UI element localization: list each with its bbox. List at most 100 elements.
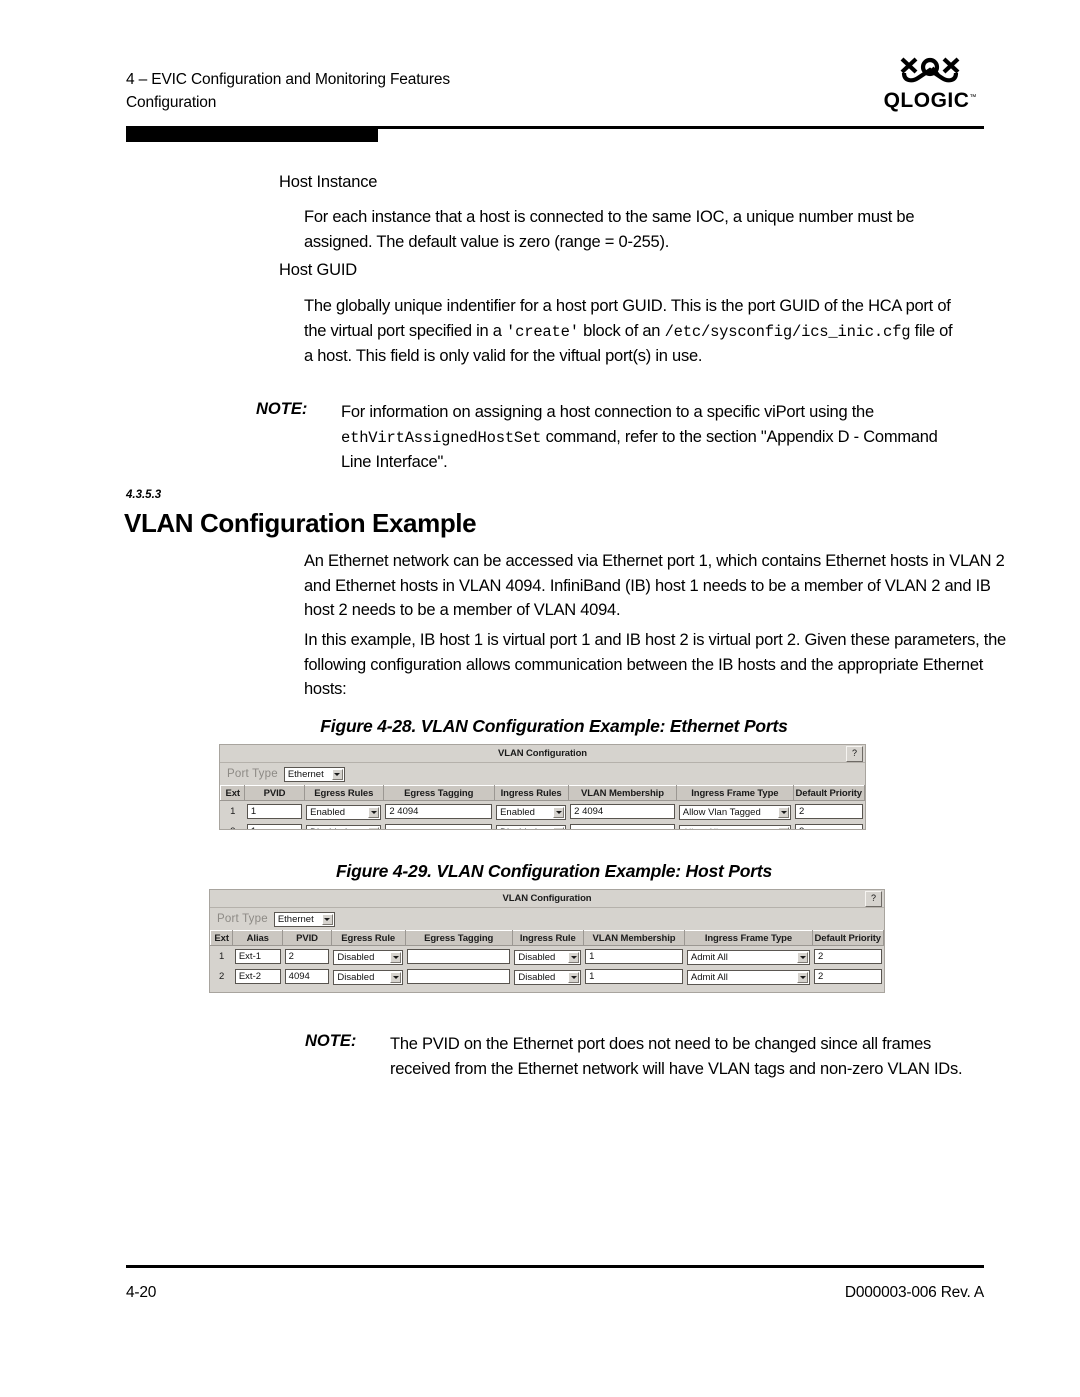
h-row1-ingress-rule-select[interactable]: Disabled bbox=[514, 950, 582, 965]
vlan-config-titlebar-2: VLAN Configuration ? bbox=[210, 890, 884, 908]
help-button-1[interactable]: ? bbox=[846, 746, 863, 762]
figure-28-caption: Figure 4-28. VLAN Configuration Example:… bbox=[320, 716, 788, 736]
h-row2-egress-rule-cell: Disabled bbox=[331, 966, 405, 986]
h-row1-egress-tagging-cell bbox=[405, 945, 513, 966]
h-row2-priority-cell: 2 bbox=[812, 966, 884, 986]
document-page: 4 – EVIC Configuration and Monitoring Fe… bbox=[0, 0, 1080, 1397]
h-row2-egress-tagging-cell bbox=[405, 966, 513, 986]
h-row2-priority-input[interactable]: 2 bbox=[814, 968, 882, 984]
note1-text-1: For information on assigning a host conn… bbox=[341, 403, 874, 421]
h-row2-egress-rule-select[interactable]: Disabled bbox=[333, 970, 403, 985]
h-row1-priority-input[interactable]: 2 bbox=[814, 948, 882, 964]
chevron-down-icon bbox=[321, 913, 333, 925]
vlan-table-host: Ext Alias PVID Egress Rule Egress Taggin… bbox=[210, 930, 884, 986]
row2-egress-tagging-input[interactable] bbox=[385, 823, 493, 829]
h-row2-alias-input[interactable]: Ext-2 bbox=[234, 968, 281, 984]
figure-29-screenshot: VLAN Configuration ? Port Type Ethernet … bbox=[209, 889, 885, 993]
row2-egress-tagging-cell bbox=[383, 821, 495, 829]
row1-frame-type-select[interactable]: Allow Vlan Tagged bbox=[678, 805, 791, 820]
footer-document-id: D000003-006 Rev. A bbox=[844, 1284, 984, 1301]
row2-frame-type-select[interactable]: Allow All bbox=[678, 825, 791, 829]
chevron-down-icon bbox=[797, 952, 808, 963]
port-type-row-2: Port Type Ethernet bbox=[210, 908, 884, 930]
h-row2-ingress-rule-select[interactable]: Disabled bbox=[514, 970, 582, 985]
chevron-down-icon bbox=[568, 952, 580, 963]
figure-29-caption: Figure 4-29. VLAN Configuration Example:… bbox=[335, 861, 773, 881]
row2-egress-rules-select[interactable]: Disabled bbox=[306, 825, 382, 829]
row1-ingress-rules-select[interactable]: Enabled bbox=[496, 805, 567, 820]
row1-frame-type-value: Allow Vlan Tagged bbox=[682, 807, 761, 818]
row1-frame-type-cell: Allow Vlan Tagged bbox=[676, 800, 793, 821]
page-title: VLAN Configuration Example bbox=[124, 508, 477, 538]
col2-ingress-frame-type: Ingress Frame Type bbox=[684, 930, 813, 946]
qlogic-symbol-icon bbox=[900, 57, 960, 83]
row2-ingress-rules-cell: Disabled bbox=[494, 821, 569, 829]
vlan-intro-paragraph-2: In this example, IB host 1 is virtual po… bbox=[304, 631, 1006, 698]
h-row2-egress-tagging-input[interactable] bbox=[407, 968, 511, 984]
port-type-select-2[interactable]: Ethernet bbox=[273, 911, 335, 927]
host-guid-code-path: /etc/sysconfig/ics_inic.cfg bbox=[664, 322, 911, 341]
col-pvid: PVID bbox=[244, 785, 305, 801]
h-row1-egress-rule-value: Disabled bbox=[337, 952, 375, 963]
col2-egress-rule: Egress Rule bbox=[330, 930, 406, 946]
col-ingress-rules: Ingress Rules bbox=[493, 785, 569, 801]
h-row2-alias-cell: Ext-2 bbox=[232, 966, 283, 986]
h-row1-pvid-input[interactable]: 2 bbox=[284, 948, 330, 964]
row2-vlan-membership-input[interactable] bbox=[570, 823, 675, 829]
host-guid-paragraph: The globally unique indentifier for a ho… bbox=[304, 294, 964, 369]
note-body-1: For information on assigning a host conn… bbox=[341, 400, 964, 475]
figure-28-screenshot: VLAN Configuration ? Port Type Ethernet … bbox=[219, 744, 866, 830]
note-label-1: NOTE: bbox=[256, 400, 308, 418]
h-row2-pvid-input[interactable]: 4094 bbox=[284, 968, 330, 984]
row1-vlan-membership-cell: 2 4094 bbox=[568, 800, 677, 821]
row2-ingress-rules-value: Disabled bbox=[500, 827, 537, 829]
row1-pvid-cell: 1 bbox=[244, 800, 305, 821]
row2-ingress-rules-select[interactable]: Disabled bbox=[496, 825, 567, 829]
row1-ext: 1 bbox=[220, 800, 245, 821]
row1-pvid-input[interactable]: 1 bbox=[246, 803, 303, 819]
h-row1-frame-type-select[interactable]: Admit All bbox=[686, 950, 810, 965]
row1-egress-rules-select[interactable]: Enabled bbox=[306, 805, 382, 820]
row1-egress-rules-cell: Enabled bbox=[304, 800, 384, 821]
h-row1-ingress-rule-cell: Disabled bbox=[512, 945, 584, 966]
h-row1-egress-rule-select[interactable]: Disabled bbox=[333, 950, 403, 965]
table-header-row-2: Ext Alias PVID Egress Rule Egress Taggin… bbox=[210, 930, 884, 946]
row1-priority-input[interactable]: 2 bbox=[795, 803, 863, 819]
table-row: 1 Ext-1 2 Disabled Disabled 1 Admit All … bbox=[210, 945, 884, 966]
h-row2-vlan-membership-input[interactable]: 1 bbox=[585, 968, 683, 984]
row2-vlan-membership-cell bbox=[568, 821, 677, 829]
vlan-intro-paragraph-1: An Ethernet network can be accessed via … bbox=[304, 552, 1005, 619]
col2-default-priority: Default Priority bbox=[811, 930, 884, 946]
port-type-select-1[interactable]: Ethernet bbox=[283, 766, 345, 782]
row2-priority-input[interactable]: 2 bbox=[795, 823, 863, 829]
h-row1-pvid-cell: 2 bbox=[282, 945, 332, 966]
h-row2-frame-type-value: Admit All bbox=[690, 972, 728, 983]
chevron-down-icon bbox=[797, 972, 808, 983]
row2-pvid-cell: 1 bbox=[244, 821, 305, 829]
note-label-2: NOTE: bbox=[305, 1032, 357, 1050]
port-type-value-2: Ethernet bbox=[277, 913, 314, 925]
vlan-config-window-title-1: VLAN Configuration bbox=[498, 748, 587, 759]
help-button-2[interactable]: ? bbox=[865, 891, 882, 907]
chevron-down-icon bbox=[390, 972, 401, 983]
row1-egress-tagging-input[interactable]: 2 4094 bbox=[385, 803, 493, 819]
col-default-priority: Default Priority bbox=[792, 785, 865, 801]
col2-alias: Alias bbox=[232, 930, 284, 946]
footer-page-number: 4-20 bbox=[126, 1284, 157, 1301]
h-row1-alias-input[interactable]: Ext-1 bbox=[234, 948, 281, 964]
col2-egress-tagging: Egress Tagging bbox=[404, 930, 513, 946]
col2-pvid: PVID bbox=[282, 930, 332, 946]
row1-vlan-membership-input[interactable]: 2 4094 bbox=[570, 803, 675, 819]
h-row1-vlan-membership-input[interactable]: 1 bbox=[585, 948, 683, 964]
row2-frame-type-value: Allow All bbox=[683, 827, 718, 829]
h-row1-egress-tagging-input[interactable] bbox=[407, 948, 511, 964]
row1-priority-cell: 2 bbox=[793, 800, 865, 821]
col-ingress-frame-type: Ingress Frame Type bbox=[676, 785, 794, 801]
port-type-row-1: Port Type Ethernet bbox=[220, 763, 865, 785]
row2-pvid-input[interactable]: 1 bbox=[246, 823, 303, 829]
h-row2-ingress-rule-value: Disabled bbox=[518, 972, 556, 983]
h-row2-frame-type-select[interactable]: Admit All bbox=[686, 970, 810, 985]
table-row: 2 1 Disabled Disabled Allow All 2 bbox=[220, 821, 865, 829]
row2-frame-type-cell: Allow All bbox=[676, 821, 793, 829]
h-row1-frame-type-cell: Admit All bbox=[684, 945, 812, 966]
